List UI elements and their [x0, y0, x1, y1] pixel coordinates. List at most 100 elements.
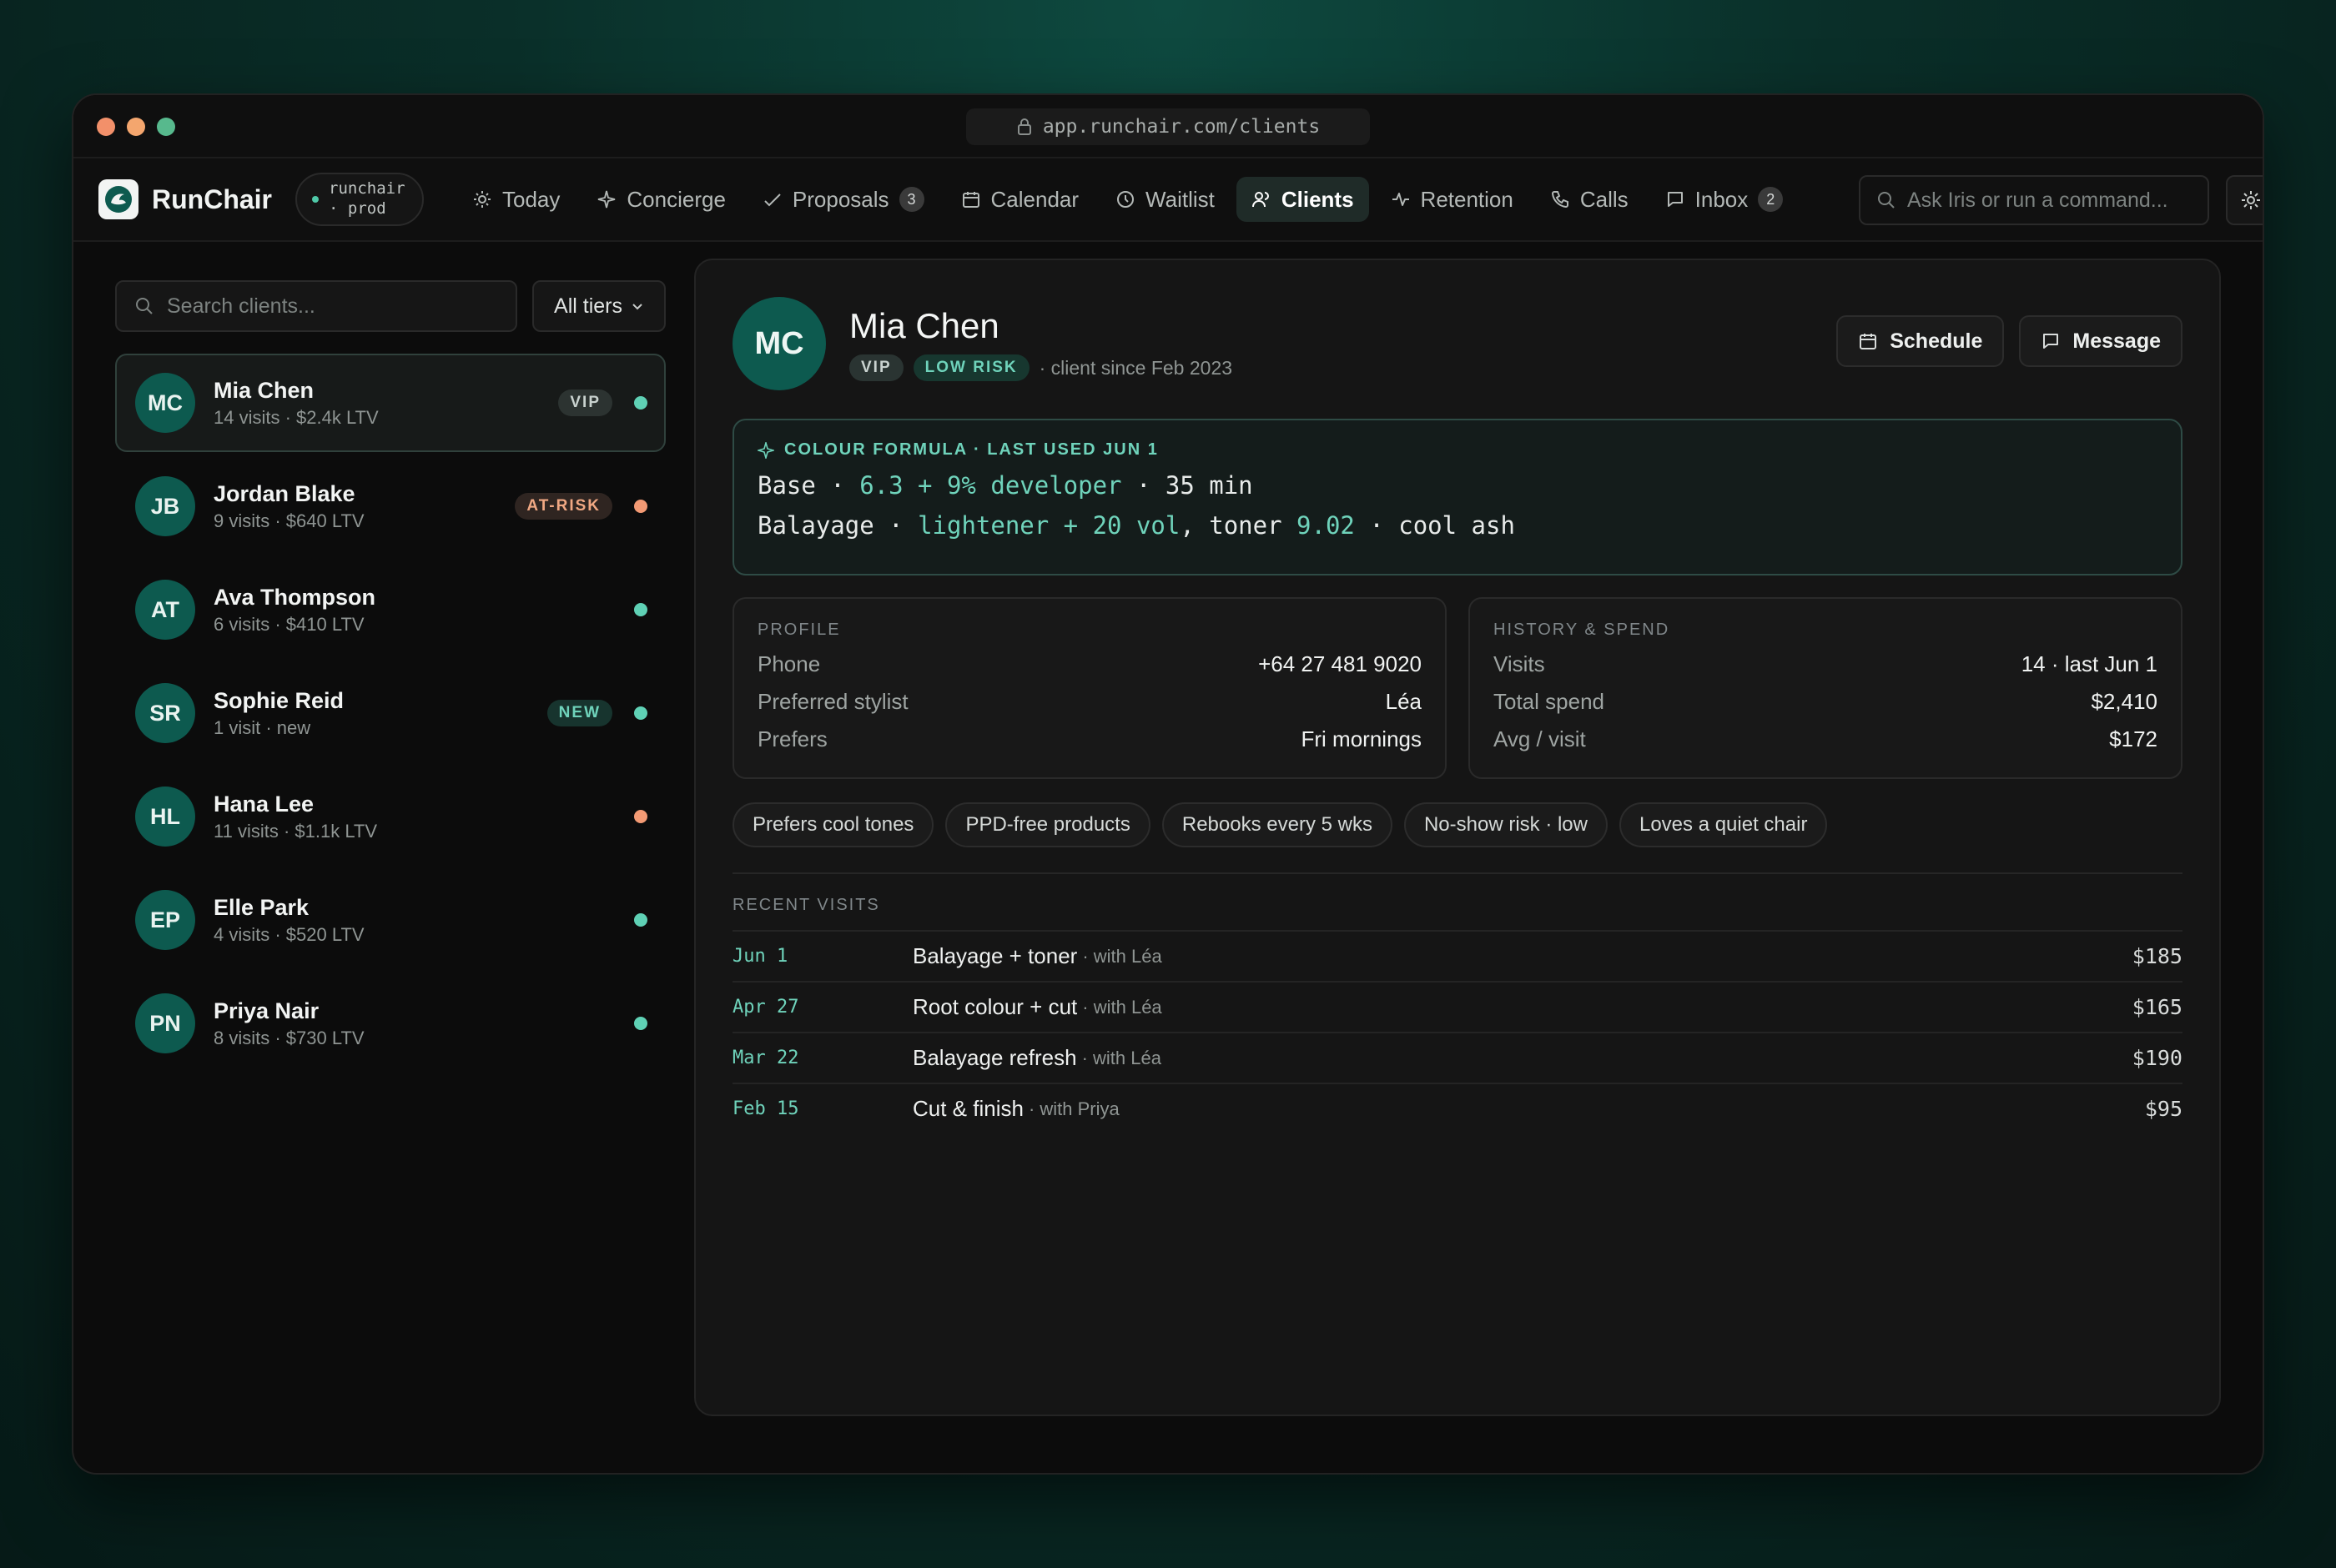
- detail-row: Phone +64 27 481 9020: [758, 651, 1422, 677]
- client-row[interactable]: EP Elle Park 4 visits · $520 LTV: [115, 871, 666, 969]
- visit-row[interactable]: Jun 1 Balayage + toner · with Léa $185: [733, 930, 2182, 981]
- nav-item-today[interactable]: Today: [457, 177, 575, 222]
- visit-price: $185: [2132, 944, 2182, 968]
- client-row[interactable]: SR Sophie Reid 1 visit · new NEW: [115, 664, 666, 762]
- nav-label: Inbox: [1694, 186, 1749, 212]
- visit-stylist: · with Priya: [1028, 1098, 1120, 1119]
- search-icon: [1878, 192, 1895, 209]
- minimize-window-button[interactable]: [127, 118, 145, 136]
- visit-price: $95: [2144, 1097, 2182, 1121]
- nav-item-retention[interactable]: Retention: [1376, 177, 1528, 222]
- visit-row[interactable]: Feb 15 Cut & finish · with Priya $95: [733, 1083, 2182, 1133]
- detail-row-value: Léa: [1385, 689, 1422, 714]
- status-dot: [634, 706, 647, 720]
- client-header: MC Mia Chen VIP LOW RISK · client since …: [733, 295, 2182, 392]
- nav-item-clients[interactable]: Clients: [1236, 177, 1369, 222]
- detail-row: Total spend $2,410: [1493, 689, 2157, 715]
- avatar: HL: [135, 787, 195, 847]
- avatar: AT: [135, 580, 195, 640]
- nav-label: Today: [502, 186, 561, 212]
- client-row[interactable]: PN Priya Nair 8 visits · $730 LTV: [115, 974, 666, 1073]
- visit-date: Feb 15: [733, 1098, 799, 1119]
- visit-row[interactable]: Mar 22 Balayage refresh · with Léa $190: [733, 1032, 2182, 1083]
- client-list: MC Mia Chen 14 visits · $2.4k LTV VIP JB Jord…: [115, 354, 666, 1073]
- tier-badge: VIP: [558, 389, 612, 416]
- visit-price: $190: [2132, 1046, 2182, 1070]
- client-row-name: Jordan Blake: [214, 480, 355, 506]
- note-chip[interactable]: No-show risk · low: [1403, 802, 1608, 847]
- message-button[interactable]: Message: [2019, 315, 2182, 367]
- avatar: EP: [135, 890, 195, 950]
- client-row-meta: 14 visits · $2.4k LTV: [214, 406, 379, 428]
- visit-stylist: · with Léa: [1082, 945, 1162, 967]
- tier-filter-dropdown[interactable]: All tiers: [532, 280, 666, 332]
- message-icon: [1667, 192, 1683, 207]
- detail-row-label: Total spend: [1493, 689, 1604, 714]
- client-search-input[interactable]: Search clients...: [115, 280, 517, 332]
- note-chip[interactable]: Loves a quiet chair: [1619, 802, 1828, 847]
- client-row[interactable]: HL Hana Lee 11 visits · $1.1k LTV: [115, 767, 666, 866]
- formula-base-line: Base · 6.3 + 9% developer · 35 min: [758, 471, 2157, 500]
- detail-row-label: Visits: [1493, 651, 1545, 676]
- environment-switcher[interactable]: runchair · prod: [295, 173, 424, 226]
- schedule-button[interactable]: Schedule: [1836, 315, 2005, 367]
- status-dot: [634, 913, 647, 927]
- note-chip[interactable]: Rebooks every 5 wks: [1161, 802, 1392, 847]
- nav-item-inbox[interactable]: Inbox 2: [1650, 177, 1799, 222]
- sparkle-icon: [758, 441, 774, 459]
- client-since: · client since Feb 2023: [1039, 356, 1233, 379]
- detail-row-value: +64 27 481 9020: [1258, 651, 1422, 676]
- brand[interactable]: RunChair: [98, 179, 272, 219]
- client-row-meta: 1 visit · new: [214, 716, 311, 738]
- command-input[interactable]: Ask Iris or run a command...: [1859, 175, 2209, 225]
- nav-label: Clients: [1281, 186, 1354, 212]
- sparkle-icon: [598, 190, 616, 209]
- risk-tag: LOW RISK: [913, 354, 1030, 381]
- formula-balayage-line: Balayage · lightener + 20 vol, toner 9.0…: [758, 511, 2157, 540]
- visit-service: Balayage refresh: [913, 1045, 1077, 1070]
- visit-date: Mar 22: [733, 1048, 799, 1068]
- profile-title: PROFILE: [758, 621, 841, 639]
- client-row[interactable]: AT Ava Thompson 6 visits · $410 LTV: [115, 560, 666, 659]
- nav-label: Waitlist: [1145, 186, 1215, 212]
- client-row[interactable]: JB Jordan Blake 9 visits · $640 LTV AT-RISK: [115, 457, 666, 555]
- calendar-icon: [962, 192, 979, 208]
- maximize-window-button[interactable]: [157, 118, 175, 136]
- url-text: app.runchair.com/clients: [1042, 116, 1321, 138]
- note-chip[interactable]: Prefers cool tones: [733, 802, 934, 847]
- window-controls: [97, 118, 175, 136]
- nav-item-concierge[interactable]: Concierge: [581, 177, 741, 222]
- note-chip[interactable]: PPD-free products: [945, 802, 1150, 847]
- phone-icon: [1551, 191, 1568, 209]
- env-status-dot: [312, 196, 319, 203]
- detail-row-value: $2,410: [2091, 689, 2157, 714]
- check-icon: [764, 193, 781, 207]
- visit-date: Jun 1: [733, 946, 788, 967]
- client-row-meta: 4 visits · $520 LTV: [214, 923, 365, 945]
- avatar: PN: [135, 993, 195, 1053]
- client-avatar: MC: [733, 297, 826, 390]
- settings-button[interactable]: [2226, 175, 2263, 225]
- sun-icon: [474, 191, 491, 208]
- close-window-button[interactable]: [97, 118, 115, 136]
- vip-tag: VIP: [849, 354, 904, 381]
- client-row-meta: 6 visits · $410 LTV: [214, 613, 365, 635]
- address-bar[interactable]: app.runchair.com/clients: [966, 108, 1370, 145]
- visit-service: Balayage + toner: [913, 943, 1078, 968]
- visit-row[interactable]: Apr 27 Root colour + cut · with Léa $165: [733, 981, 2182, 1032]
- detail-row: Prefers Fri mornings: [758, 726, 1422, 752]
- nav-label: Proposals: [792, 186, 889, 212]
- nav-item-calls[interactable]: Calls: [1535, 177, 1644, 222]
- visit-stylist: · with Léa: [1082, 996, 1162, 1018]
- detail-row-label: Prefers: [758, 726, 828, 751]
- client-row-name: Hana Lee: [214, 791, 315, 817]
- client-row[interactable]: MC Mia Chen 14 visits · $2.4k LTV VIP: [115, 354, 666, 452]
- nav-item-waitlist[interactable]: Waitlist: [1100, 177, 1230, 222]
- status-dot: [634, 603, 647, 616]
- detail-row-value: $172: [2109, 726, 2157, 751]
- client-list-panel: Search clients... All tiers MC Mia Chen 14…: [115, 280, 666, 1078]
- nav-item-proposals[interactable]: Proposals 3: [748, 177, 939, 222]
- status-dot: [634, 500, 647, 513]
- client-row-meta: 8 visits · $730 LTV: [214, 1027, 365, 1048]
- nav-item-calendar[interactable]: Calendar: [946, 177, 1095, 222]
